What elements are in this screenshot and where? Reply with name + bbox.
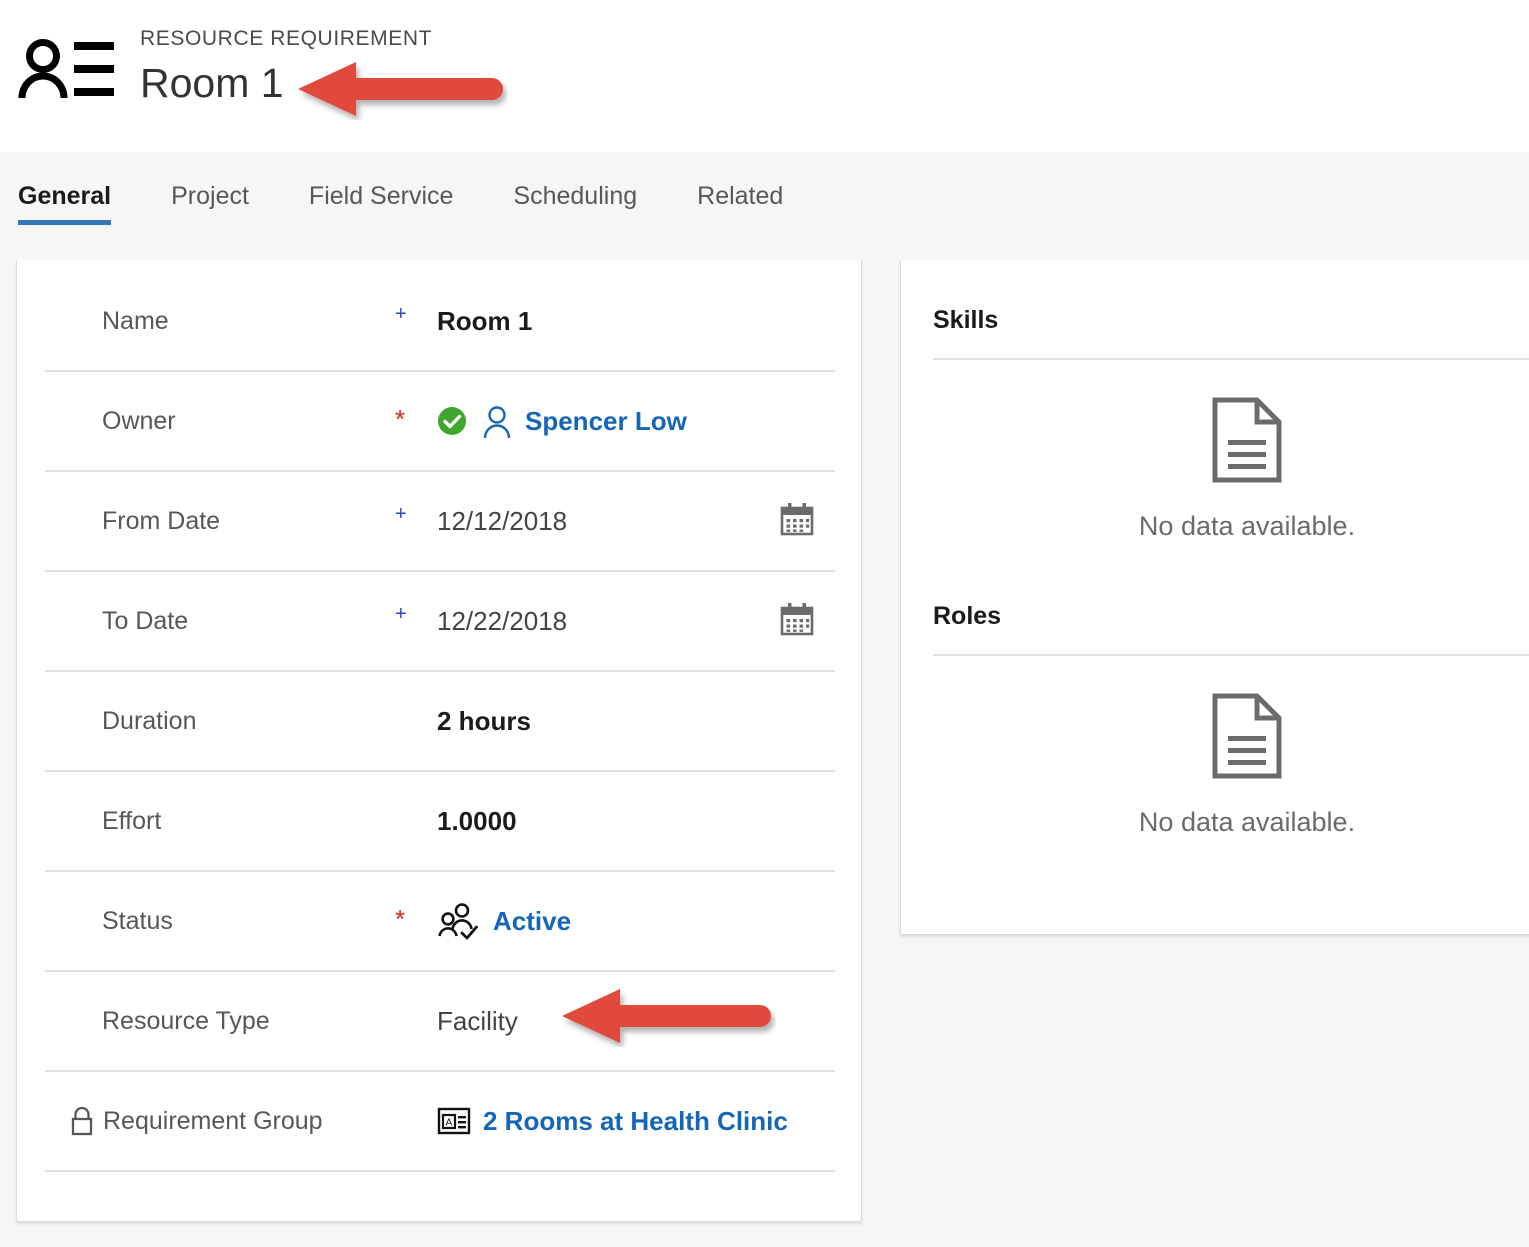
field-value-owner: Spencer Low [437,404,687,438]
required-marker: * [395,404,406,434]
field-label-owner: Owner [102,406,176,435]
field-label-status: Status [102,906,173,935]
header-text-block: RESOURCE REQUIREMENT Room 1 [140,26,432,110]
people-check-icon [437,902,479,940]
tab-label: Field Service [308,182,454,210]
field-label-duration: Duration [102,706,197,735]
field-row-owner[interactable]: Owner * Spencer Low [45,372,835,472]
requirement-group-icon: A [437,1106,471,1136]
empty-state-text-roles: No data available. [1138,807,1356,837]
record-header: RESOURCE REQUIREMENT Room 1 [0,0,1529,152]
skills-roles-card: Skills No data available. Roles No data … [900,260,1529,935]
tab-field-service[interactable]: Field Service [279,152,484,231]
field-row-from-date[interactable]: From Date + 12/12/2018 [45,472,835,572]
field-value-resource-type: Facility [437,1005,518,1036]
recommended-marker: + [395,503,407,525]
tab-label: Related [697,182,784,210]
field-row-effort[interactable]: Effort 1.0000 [45,772,835,872]
general-form-card: Name + Room 1 Owner * Spencer Low From D… [16,260,862,1222]
green-check-icon [437,406,467,436]
tab-label: Project [171,182,249,210]
document-icon [933,692,1529,785]
tab-general[interactable]: General [0,152,141,231]
recommended-marker: + [395,603,407,625]
owner-link[interactable]: Spencer Low [525,406,687,437]
form-field-list: Name + Room 1 Owner * Spencer Low From D… [17,272,863,1172]
tab-list: General Project Field Service Scheduling… [0,152,813,231]
field-label-name: Name [102,306,169,335]
status-link[interactable]: Active [493,906,571,937]
calendar-icon[interactable] [778,500,816,543]
field-row-resource-type[interactable]: Resource Type Facility [45,972,835,1072]
recommended-marker: + [395,303,407,325]
section-divider-roles [933,654,1529,656]
section-title-roles: Roles [933,602,1002,630]
user-outline-icon [481,404,513,438]
requirement-group-link[interactable]: 2 Rooms at Health Clinic [483,1106,788,1137]
field-value-duration: 2 hours [437,705,531,736]
field-value-name: Room 1 [437,305,533,336]
entity-type-label: RESOURCE REQUIREMENT [140,27,433,50]
field-label-resource-type: Resource Type [102,1006,270,1035]
field-value-requirement-group: A 2 Rooms at Health Clinic [437,1106,788,1137]
tab-strip: General Project Field Service Scheduling… [0,152,1529,240]
field-value-effort: 1.0000 [437,805,517,836]
field-row-to-date[interactable]: To Date + 12/22/2018 [45,572,835,672]
field-row-status[interactable]: Status * Active [45,872,835,972]
svg-text:A: A [446,1118,453,1129]
lock-icon [69,1106,95,1136]
required-marker: * [395,904,406,934]
empty-state-skills: No data available. [933,396,1529,542]
field-label-effort: Effort [102,806,162,835]
requirement-group-label-text: Requirement Group [103,1106,323,1135]
tab-label: Scheduling [513,182,638,210]
section-divider-skills [933,358,1529,360]
field-row-requirement-group[interactable]: Requirement Group A 2 Rooms at Health Cl… [45,1072,835,1172]
tab-project[interactable]: Project [141,152,279,231]
field-value-from-date: 12/12/2018 [437,505,568,536]
field-label-to-date: To Date [102,606,189,635]
page-title: Room 1 [140,60,284,106]
field-label-from-date: From Date [102,506,221,535]
field-row-duration[interactable]: Duration 2 hours [45,672,835,772]
field-row-name[interactable]: Name + Room 1 [45,272,835,372]
tab-related[interactable]: Related [667,152,813,231]
field-value-status: Active [437,902,571,940]
field-value-to-date: 12/22/2018 [437,605,568,636]
tab-scheduling[interactable]: Scheduling [483,152,667,231]
empty-state-roles: No data available. [933,692,1529,838]
contact-card-icon [18,36,114,102]
tab-label: General [18,182,112,210]
document-icon [933,396,1529,489]
field-label-requirement-group: Requirement Group [69,1106,323,1136]
calendar-icon[interactable] [778,600,816,643]
empty-state-text-skills: No data available. [1138,511,1356,541]
section-title-skills: Skills [933,306,999,334]
